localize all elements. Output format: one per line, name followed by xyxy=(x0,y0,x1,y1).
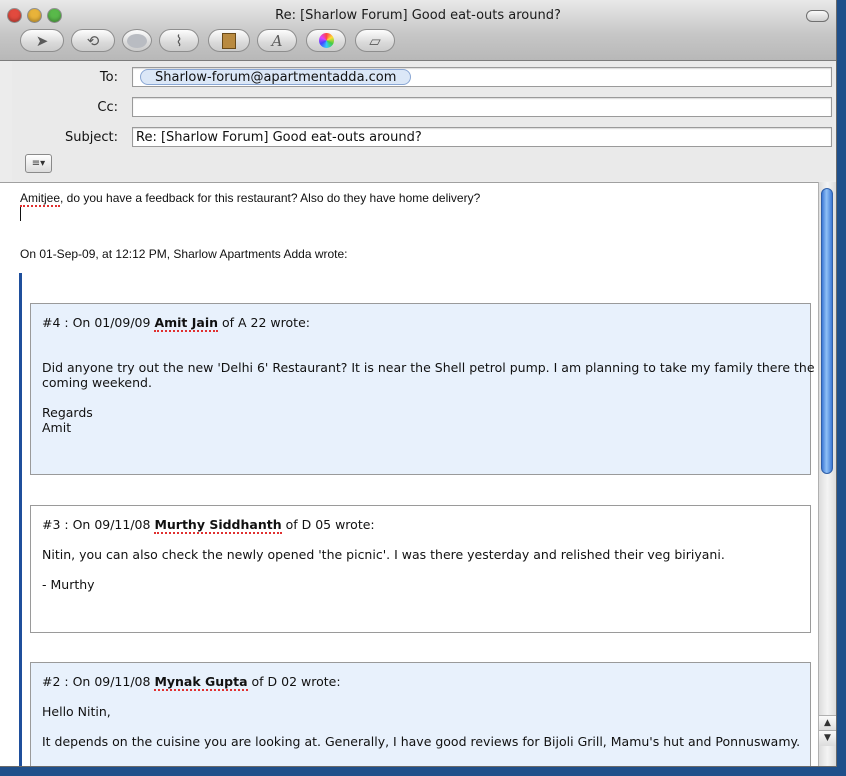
post-line: coming weekend. xyxy=(42,375,152,390)
subject-label: Subject: xyxy=(65,130,118,145)
compose-window: Re: [Sharlow Forum] Good eat-outs around… xyxy=(0,0,837,767)
stationery-icon: ▱ xyxy=(369,31,381,50)
reply-all-button[interactable]: ⟲ xyxy=(71,29,115,52)
post-line: - Murthy xyxy=(42,577,95,592)
fonts-button[interactable]: A xyxy=(257,29,297,52)
scroll-up-arrow-icon[interactable]: ▲ xyxy=(819,715,836,731)
send-icon: ➤ xyxy=(35,31,49,50)
text-cursor xyxy=(20,207,21,221)
header-options-menu[interactable]: ≡▾ xyxy=(25,154,52,173)
post-header: #3 : On 09/11/08 Murthy Siddhanth of D 0… xyxy=(42,517,375,534)
scroll-down-arrow-icon[interactable]: ▼ xyxy=(819,730,836,746)
post-line: Did anyone try out the new 'Delhi 6' Res… xyxy=(42,360,815,375)
post-author: Murthy Siddhanth xyxy=(154,517,282,534)
window-title: Re: [Sharlow Forum] Good eat-outs around… xyxy=(275,8,561,23)
recipient-token[interactable]: Sharlow-forum@apartmentadda.com xyxy=(140,69,412,85)
post-line: Regards xyxy=(42,405,93,420)
post-header: #4 : On 01/09/09 Amit Jain of A 22 wrote… xyxy=(42,315,310,332)
fonts-icon: A xyxy=(271,31,283,50)
post-line: Amit xyxy=(42,420,72,435)
chat-icon xyxy=(127,33,147,48)
chat-button[interactable] xyxy=(122,29,152,52)
colors-button[interactable] xyxy=(306,29,346,52)
post-line: It depends on the cuisine you are lookin… xyxy=(42,734,801,749)
reply-all-icon: ⟲ xyxy=(86,31,100,50)
cc-field[interactable] xyxy=(132,97,832,117)
cc-label: Cc: xyxy=(97,100,118,115)
post-line: Hello Nitin, xyxy=(42,704,111,719)
forum-post: #4 : On 01/09/09 Amit Jain of A 22 wrote… xyxy=(30,303,815,475)
misspelled-word: Amitjee xyxy=(20,191,61,207)
post-author: Amit Jain xyxy=(154,315,219,332)
message-header: To: Sharlow-forum@apartmentadda.com Cc: … xyxy=(12,61,834,181)
forum-post: #3 : On 09/11/08 Murthy Siddhanth of D 0… xyxy=(30,505,811,633)
attach-icon: ⌇ xyxy=(175,31,183,50)
scrollbar-thumb[interactable] xyxy=(821,188,833,474)
to-label: To: xyxy=(99,70,118,85)
attach-button[interactable]: ⌇ xyxy=(159,29,199,52)
title-bar: Re: [Sharlow Forum] Good eat-outs around… xyxy=(0,0,836,61)
vertical-scrollbar[interactable]: ▲ ▼ xyxy=(818,182,836,766)
send-button[interactable]: ➤ xyxy=(20,29,64,52)
stationery-button[interactable]: ▱ xyxy=(355,29,395,52)
forum-post: #2 : On 09/11/08 Mynak Gupta of D 02 wro… xyxy=(30,662,811,766)
post-line: Nitin, you can also check the newly open… xyxy=(42,547,725,562)
address-book-icon xyxy=(222,32,236,49)
address-book-button[interactable] xyxy=(208,29,250,52)
subject-field[interactable]: Re: [Sharlow Forum] Good eat-outs around… xyxy=(132,127,832,147)
post-author: Mynak Gupta xyxy=(154,674,248,691)
toolbar-toggle-button[interactable] xyxy=(806,10,829,22)
quote-attribution: On 01-Sep-09, at 12:12 PM, Sharlow Apart… xyxy=(20,247,348,261)
message-body[interactable]: Amitjee, do you have a feedback for this… xyxy=(0,182,818,766)
post-header: #2 : On 09/11/08 Mynak Gupta of D 02 wro… xyxy=(42,674,341,691)
quote-bar xyxy=(19,273,22,766)
to-field[interactable]: Sharlow-forum@apartmentadda.com xyxy=(132,67,832,87)
reply-text: Amitjee, do you have a feedback for this… xyxy=(20,191,481,207)
colors-icon xyxy=(318,33,334,48)
